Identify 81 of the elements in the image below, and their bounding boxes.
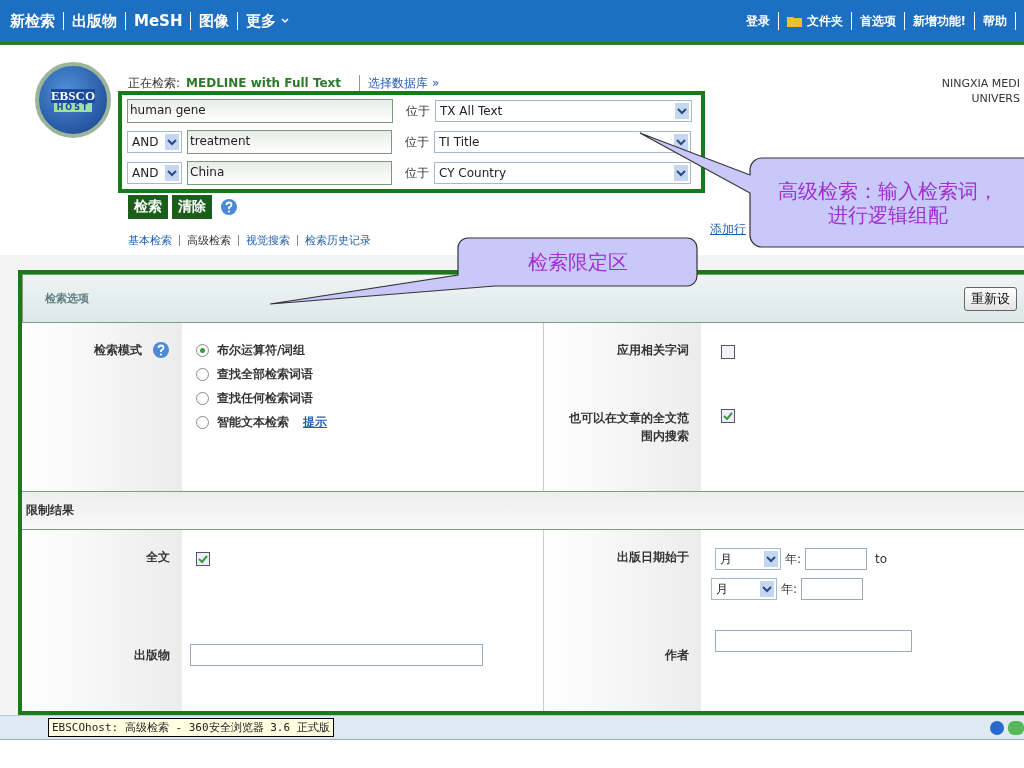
chevron-down-icon	[675, 103, 689, 119]
caret-icon	[280, 17, 291, 25]
radio-button[interactable]	[196, 415, 209, 429]
author-field[interactable]	[715, 630, 912, 652]
folder-icon	[786, 15, 803, 27]
search-mode-label: 检索模式	[94, 341, 170, 359]
search-mode-link[interactable]: 检索历史记录	[305, 233, 371, 248]
help-icon[interactable]	[152, 341, 170, 359]
search-field[interactable]: treatment	[187, 130, 392, 154]
checkbox[interactable]	[721, 409, 735, 423]
operator-select[interactable]: AND	[127, 131, 182, 153]
nav-link[interactable]: 登录	[745, 12, 770, 30]
year-label: 年:	[781, 580, 798, 598]
chevron-down-icon	[764, 551, 778, 567]
nav-link[interactable]: MeSH	[134, 12, 183, 30]
year-label: 年:	[785, 550, 802, 568]
checkbox[interactable]	[196, 552, 210, 566]
search-field[interactable]: human gene	[127, 99, 393, 123]
publication-label: 出版物	[134, 647, 170, 664]
action-button[interactable]: 检索	[128, 195, 168, 219]
publication-field[interactable]	[190, 644, 483, 666]
help-icon[interactable]	[220, 198, 238, 216]
radio-label: 布尔运算符/词组	[217, 341, 306, 359]
options-title: 检索选项	[45, 291, 89, 306]
chevron-down-icon	[165, 165, 179, 181]
callout-text: 高级检索：输入检索词，进行逻辑组配	[778, 178, 998, 227]
nav-link[interactable]: 文件夹	[786, 12, 843, 30]
limits-title: 限制结果	[26, 502, 74, 519]
full-text-label: 全文	[146, 549, 170, 566]
field-select[interactable]: TX All Text	[435, 100, 692, 122]
add-row-link[interactable]: 添加行	[710, 221, 746, 238]
reset-button[interactable]: 重新设	[964, 286, 1017, 311]
action-button[interactable]: 清除	[172, 195, 212, 219]
database-name: MEDLINE with Full Text	[186, 76, 342, 90]
nav-link[interactable]: 更多	[246, 11, 291, 31]
field-label: 位于	[405, 164, 429, 182]
search-field[interactable]: China	[187, 161, 392, 185]
search-mode-link[interactable]: 视觉搜索	[246, 233, 290, 248]
field-select[interactable]: TI Title	[434, 131, 691, 153]
ebsco-logo: EBSCO HOST	[35, 62, 111, 138]
year-field[interactable]	[805, 548, 868, 570]
status-icons	[988, 718, 1024, 737]
operator-select[interactable]: AND	[127, 162, 182, 184]
year-field[interactable]	[801, 578, 864, 600]
chevron-down-icon	[165, 134, 179, 150]
hint-link[interactable]: 提示	[303, 413, 327, 431]
searching-label: 正在检索:	[128, 74, 181, 92]
search-mode-link[interactable]: 高级检索	[187, 233, 231, 248]
option-label: 也可以在文章的全文范围内搜索	[568, 410, 689, 445]
institution-name: NINGXIA MEDI	[941, 77, 1020, 90]
checkmark-icon	[723, 411, 733, 421]
chevron-down-icon	[760, 581, 774, 597]
nav-link[interactable]: 新检索	[10, 11, 55, 31]
month-select[interactable]: 月	[715, 548, 781, 570]
nav-link[interactable]: 出版物	[72, 11, 117, 31]
nav-link[interactable]: 图像	[199, 11, 230, 31]
status-text: EBSCOhost: 高级检索 - 360安全浏览器 3.6 正式版	[48, 718, 334, 737]
nav-link[interactable]: 新增功能!	[912, 12, 966, 30]
radio-label: 查找全部检索词语	[217, 365, 313, 383]
field-label: 位于	[406, 102, 430, 120]
nav-link[interactable]: 首选项	[859, 12, 896, 30]
checkmark-icon	[198, 554, 208, 564]
choose-database-link[interactable]: 选择数据库 »	[359, 74, 440, 92]
chevron-down-icon	[674, 165, 688, 181]
month-select[interactable]: 月	[711, 578, 777, 600]
radio-button[interactable]	[196, 367, 209, 381]
to-label: to	[875, 552, 888, 566]
checkbox[interactable]	[721, 345, 735, 359]
field-label: 位于	[405, 133, 429, 151]
author-label: 作者	[665, 647, 689, 664]
nav-link[interactable]: 帮助	[983, 12, 1007, 30]
callout-text: 检索限定区	[527, 250, 628, 274]
search-mode-link[interactable]: 基本检索	[128, 233, 172, 248]
institution-name: UNIVERS	[971, 92, 1020, 105]
field-select[interactable]: CY Country	[434, 162, 691, 184]
radio-label: 智能文本检索	[217, 413, 289, 431]
date-label: 出版日期始于	[617, 549, 689, 566]
radio-button[interactable]	[196, 343, 209, 357]
radio-button[interactable]	[196, 391, 209, 405]
option-label: 应用相关字词	[617, 342, 689, 359]
radio-label: 查找任何检索词语	[217, 389, 313, 407]
